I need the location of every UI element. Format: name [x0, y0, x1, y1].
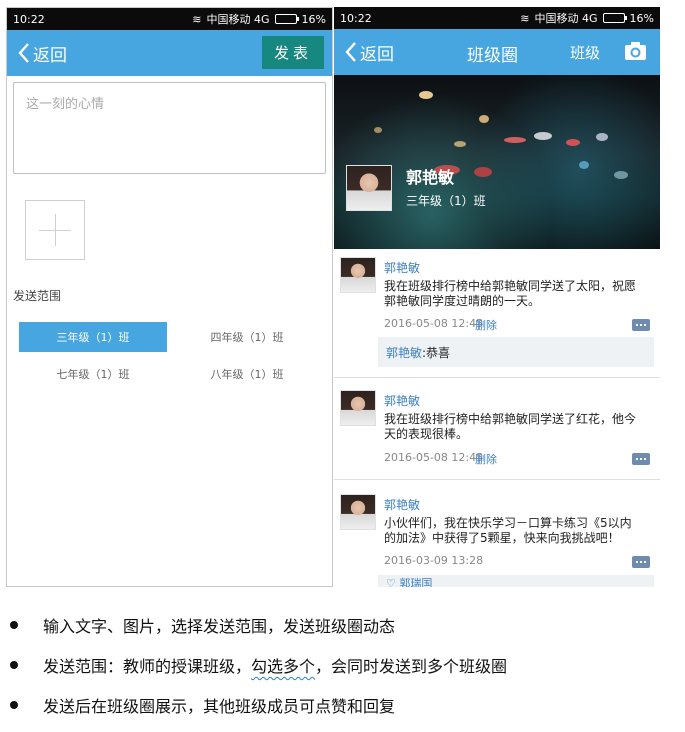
carrier-label: 中国移动 4G: [534, 12, 598, 25]
publish-button[interactable]: 发表: [262, 36, 324, 69]
delete-link[interactable]: 删除: [475, 451, 497, 467]
class-option-1[interactable]: 三年级（1）班: [19, 322, 167, 352]
status-time: 10:22: [13, 12, 45, 26]
post-text: 我在班级排行榜中给郭艳敏同学送了红花，他今 天的表现很棒。: [384, 412, 637, 441]
note-item: 发送范围：教师的授课班级，勾选多个，会同时发送到多个班级圈: [10, 645, 680, 685]
cover-image: 郭艳敏 三年级（1）班: [334, 75, 660, 249]
compose-screen: 10:22 ≋ 中国移动 4G 16% 返回 发表 这一刻的心情 发送范围 三年…: [6, 7, 333, 587]
battery-percent: 16%: [301, 12, 326, 26]
add-picture-button[interactable]: [25, 200, 85, 260]
note-item: 输入文字、图片，选择发送范围，发送班级圈动态: [10, 605, 680, 645]
delete-link[interactable]: 删除: [475, 317, 497, 333]
post-item: 郭艳敏 小伙伴们，我在快乐学习－口算卡练习《5以内 的加法》中获得了5颗星，快来…: [334, 485, 660, 587]
battery-percent: 16%: [629, 11, 654, 25]
wifi-icon: ≋: [520, 11, 530, 25]
mood-placeholder: 这一刻的心情: [26, 97, 105, 112]
avatar[interactable]: [340, 494, 376, 530]
class-option-3[interactable]: 七年级（1）班: [19, 359, 167, 389]
status-bar: 10:22 ≋ 中国移动 4G 16%: [334, 7, 660, 29]
post-time: 2016-05-08 12:45: [384, 317, 484, 330]
class-circle-screen: 10:22 ≋ 中国移动 4G 16% 返回 班级圈 班级 郭艳敏 三年级（1）…: [334, 7, 660, 587]
wifi-icon: ≋: [192, 12, 202, 26]
emphasis-text: 勾选多个: [251, 657, 316, 676]
reply-text: :恭喜: [422, 345, 451, 360]
back-label: 返回: [33, 45, 67, 66]
note-text: 发送后在班级圈展示，其他班级成员可点赞和回复: [43, 697, 396, 716]
camera-icon[interactable]: [624, 41, 647, 61]
battery-icon: [602, 13, 627, 23]
post-item: 郭艳敏 我在班级排行榜中给郭艳敏同学送了红花，他今 天的表现很棒。 2016-0…: [334, 382, 660, 478]
class-option-4[interactable]: 八年级（1）班: [173, 359, 321, 389]
like-names[interactable]: 郭瑞国: [399, 577, 432, 587]
class-circle-header: 返回 班级圈 班级: [334, 29, 660, 75]
class-option-2[interactable]: 四年级（1）班: [173, 322, 321, 352]
divider: [334, 377, 660, 378]
heart-icon: ♡: [386, 577, 396, 587]
comment-icon[interactable]: [632, 556, 650, 568]
class-switch-button[interactable]: 班级: [570, 42, 600, 63]
avatar[interactable]: [340, 390, 376, 426]
avatar[interactable]: [346, 165, 392, 211]
profile-name: 郭艳敏: [406, 168, 455, 187]
post-author[interactable]: 郭艳敏: [384, 496, 420, 513]
like-bar: ♡ 郭瑞国: [378, 575, 654, 587]
status-bar: 10:22 ≋ 中国移动 4G 16%: [7, 8, 332, 30]
note-item: 发送后在班级圈展示，其他班级成员可点赞和回复: [10, 685, 680, 725]
status-time: 10:22: [340, 11, 372, 25]
chevron-left-icon: [18, 43, 29, 63]
note-text: 输入文字、图片，选择发送范围，发送班级圈动态: [43, 617, 396, 636]
post-text: 我在班级排行榜中给郭艳敏同学送了太阳，祝愿 郭艳敏同学度过晴朗的一天。: [384, 279, 637, 308]
bullet-dot: [10, 621, 18, 629]
comment-icon[interactable]: [632, 319, 650, 331]
reply-author[interactable]: 郭艳敏: [386, 344, 422, 361]
bullet-dot: [10, 701, 18, 709]
note-text: 发送范围：教师的授课班级，勾选多个，会同时发送到多个班级圈: [43, 657, 508, 676]
send-range-label: 发送范围: [13, 289, 62, 303]
post-time: 2016-03-09 13:28: [384, 554, 484, 567]
post-author[interactable]: 郭艳敏: [384, 259, 420, 276]
back-button[interactable]: 返回: [7, 41, 67, 66]
profile-class: 三年级（1）班: [406, 194, 486, 208]
chevron-left-icon: [345, 42, 356, 62]
mood-input[interactable]: 这一刻的心情: [13, 82, 326, 174]
compose-header: 返回 发表: [7, 30, 332, 76]
carrier-label: 中国移动 4G: [206, 13, 270, 26]
post-author[interactable]: 郭艳敏: [384, 392, 420, 409]
divider: [334, 479, 660, 480]
avatar[interactable]: [340, 257, 376, 293]
post-time: 2016-05-08 12:45: [384, 451, 484, 464]
bullet-dot: [10, 661, 18, 669]
reply-item: 郭艳敏 :恭喜: [378, 337, 654, 367]
feature-notes: 输入文字、图片，选择发送范围，发送班级圈动态 发送范围：教师的授课班级，勾选多个…: [10, 605, 680, 725]
battery-icon: [274, 14, 299, 24]
post-text: 小伙伴们，我在快乐学习－口算卡练习《5以内 的加法》中获得了5颗星，快来向我挑战…: [384, 516, 632, 545]
page-title: 班级圈: [467, 46, 518, 66]
back-button[interactable]: 返回: [334, 40, 394, 65]
back-label: 返回: [360, 44, 394, 65]
comment-icon[interactable]: [632, 453, 650, 465]
post-item: 郭艳敏 我在班级排行榜中给郭艳敏同学送了太阳，祝愿 郭艳敏同学度过晴朗的一天。 …: [334, 249, 660, 377]
